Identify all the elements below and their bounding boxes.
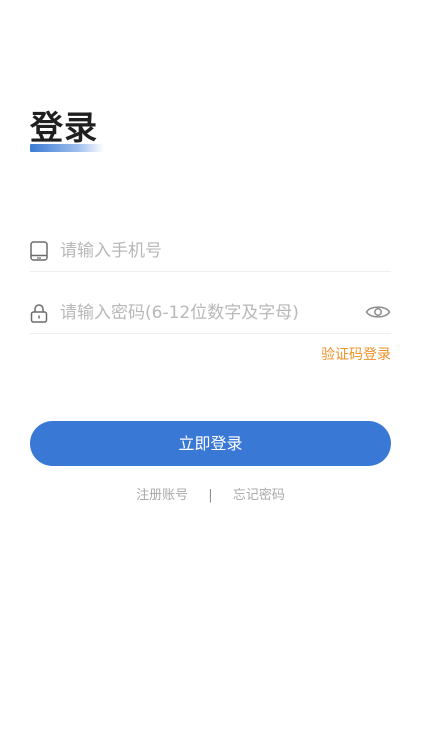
forgot-password-link[interactable]: 忘记密码 <box>233 488 285 503</box>
eye-icon[interactable] <box>365 302 391 322</box>
sms-login-link[interactable]: 验证码登录 <box>321 344 391 364</box>
link-separator: | <box>208 488 213 503</box>
phone-field[interactable] <box>30 230 391 272</box>
phone-input[interactable] <box>60 238 360 264</box>
register-link[interactable]: 注册账号 <box>136 488 188 503</box>
lock-icon <box>30 303 48 323</box>
phone-icon <box>30 241 48 261</box>
bottom-links: 注册账号 | 忘记密码 <box>0 484 421 503</box>
page-title-group: 登录 <box>30 108 150 154</box>
page-title: 登录 <box>30 108 98 147</box>
password-input[interactable] <box>60 300 360 326</box>
password-field[interactable] <box>30 292 391 334</box>
login-button[interactable]: 立即登录 <box>30 421 391 466</box>
